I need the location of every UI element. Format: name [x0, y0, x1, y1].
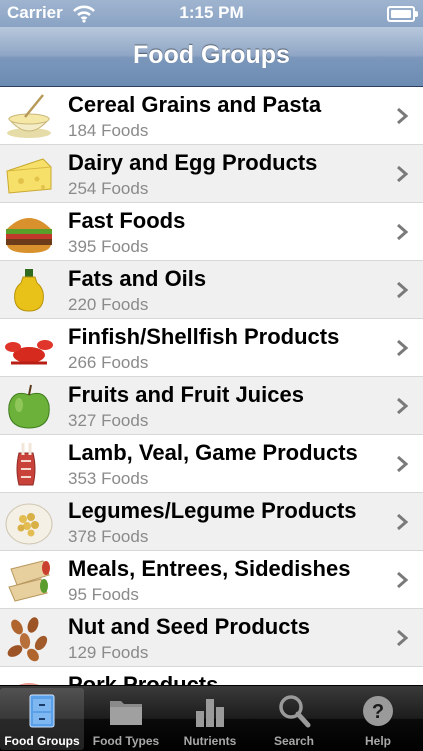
chevron-right-icon: [397, 629, 409, 647]
food-group-name: Cereal Grains and Pasta: [68, 92, 322, 117]
food-group-row[interactable]: Lamb, Veal, Game Products 353 Foods: [0, 435, 423, 493]
food-group-row[interactable]: Legumes/Legume Products 378 Foods: [0, 493, 423, 551]
status-time: 1:15 PM: [179, 3, 244, 22]
food-group-name: Pork Products: [68, 672, 219, 685]
food-group-name: Legumes/Legume Products: [68, 498, 357, 523]
almonds-icon: [7, 617, 48, 662]
lobster-icon: [5, 340, 53, 365]
tab-bar: Food Groups Food Types Nutrients Search …: [0, 685, 423, 751]
food-count: 95 Foods: [68, 585, 139, 604]
status-bar: Carrier 1:15 PM: [0, 0, 423, 27]
navigation-bar: Food Groups: [0, 27, 423, 87]
food-group-row[interactable]: Cereal Grains and Pasta 184 Foods: [0, 87, 423, 145]
food-group-row[interactable]: Nut and Seed Products 129 Foods: [0, 609, 423, 667]
food-group-name: Lamb, Veal, Game Products: [68, 440, 358, 465]
chevron-right-icon: [397, 513, 409, 531]
food-group-row[interactable]: Fruits and Fruit Juices 327 Foods: [0, 377, 423, 435]
bar-chart-icon: [196, 699, 224, 727]
food-group-row[interactable]: Dairy and Egg Products 254 Foods: [0, 145, 423, 203]
apple-icon: [8, 384, 50, 429]
wrap-icon: [8, 560, 50, 602]
food-count: 378 Foods: [68, 527, 149, 546]
burger-icon: [6, 218, 52, 253]
tab-label: Food Groups: [4, 734, 80, 748]
food-group-name: Fruits and Fruit Juices: [68, 382, 304, 407]
food-count: 254 Foods: [68, 179, 149, 198]
food-count: 129 Foods: [68, 643, 149, 662]
pork-icon: [18, 683, 40, 685]
folder-icon: [110, 701, 142, 725]
tab-label: Nutrients: [183, 734, 237, 748]
food-count: 266 Foods: [68, 353, 149, 372]
battery-icon: [387, 6, 418, 22]
cereal-bowl-icon: [7, 94, 51, 138]
tab-label: Search: [273, 734, 315, 748]
tab-food-types[interactable]: Food Types: [84, 688, 168, 750]
food-group-name: Fast Foods: [68, 208, 186, 233]
food-count: 395 Foods: [68, 237, 149, 256]
chevron-right-icon: [397, 339, 409, 357]
svg-text:?: ?: [372, 701, 384, 723]
food-count: 327 Foods: [68, 411, 149, 430]
tab-nutrients[interactable]: Nutrients: [168, 688, 252, 750]
chevron-right-icon: [397, 397, 409, 415]
tab-help[interactable]: ? Help: [336, 688, 420, 750]
food-group-row[interactable]: Meals, Entrees, Sidedishes 95 Foods: [0, 551, 423, 609]
chevron-right-icon: [397, 281, 409, 299]
food-group-name: Nut and Seed Products: [68, 614, 311, 639]
food-group-row[interactable]: Pork Products: [0, 667, 423, 685]
chevron-right-icon: [397, 107, 409, 125]
chickpeas-icon: [5, 503, 53, 545]
chevron-right-icon: [397, 571, 409, 589]
chevron-right-icon: [397, 223, 409, 241]
page-title: Food Groups: [133, 41, 290, 69]
food-count: 353 Foods: [68, 469, 149, 488]
lamb-rack-icon: [16, 443, 36, 486]
food-group-row[interactable]: Finfish/Shellfish Products 266 Foods: [0, 319, 423, 377]
food-group-name: Meals, Entrees, Sidedishes: [68, 556, 351, 581]
magnifier-icon: [279, 695, 311, 728]
help-icon: ?: [363, 696, 393, 726]
food-group-name: Fats and Oils: [68, 266, 207, 291]
food-group-list[interactable]: Cereal Grains and Pasta 184 Foods Dairy …: [0, 87, 423, 685]
oil-bottle-icon: [14, 269, 44, 312]
tab-search[interactable]: Search: [252, 688, 336, 750]
food-group-name: Dairy and Egg Products: [68, 150, 318, 175]
chevron-right-icon: [397, 165, 409, 183]
food-group-row[interactable]: Fast Foods 395 Foods: [0, 203, 423, 261]
tab-label: Food Types: [92, 734, 160, 748]
tab-label: Help: [364, 734, 391, 748]
cabinet-icon: [29, 694, 55, 728]
chevron-right-icon: [397, 455, 409, 473]
food-count: 220 Foods: [68, 295, 149, 314]
tab-food-groups[interactable]: Food Groups: [0, 688, 84, 750]
food-group-name: Finfish/Shellfish Products: [68, 324, 340, 349]
food-count: 184 Foods: [68, 121, 149, 140]
cheese-icon: [6, 158, 52, 194]
food-group-row[interactable]: Fats and Oils 220 Foods: [0, 261, 423, 319]
